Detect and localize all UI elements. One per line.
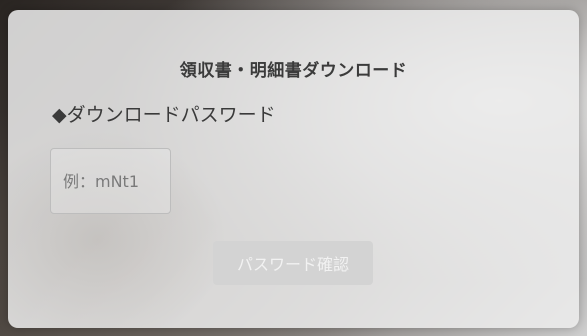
password-label: ◆ダウンロードパスワード	[52, 104, 276, 126]
confirm-password-button[interactable]: パスワード確認	[213, 241, 373, 285]
dialog-title: 領収書・明細書ダウンロード	[179, 61, 408, 81]
download-password-input[interactable]	[50, 148, 171, 214]
download-dialog: 領収書・明細書ダウンロード ◆ダウンロードパスワード パスワード確認	[8, 10, 579, 328]
